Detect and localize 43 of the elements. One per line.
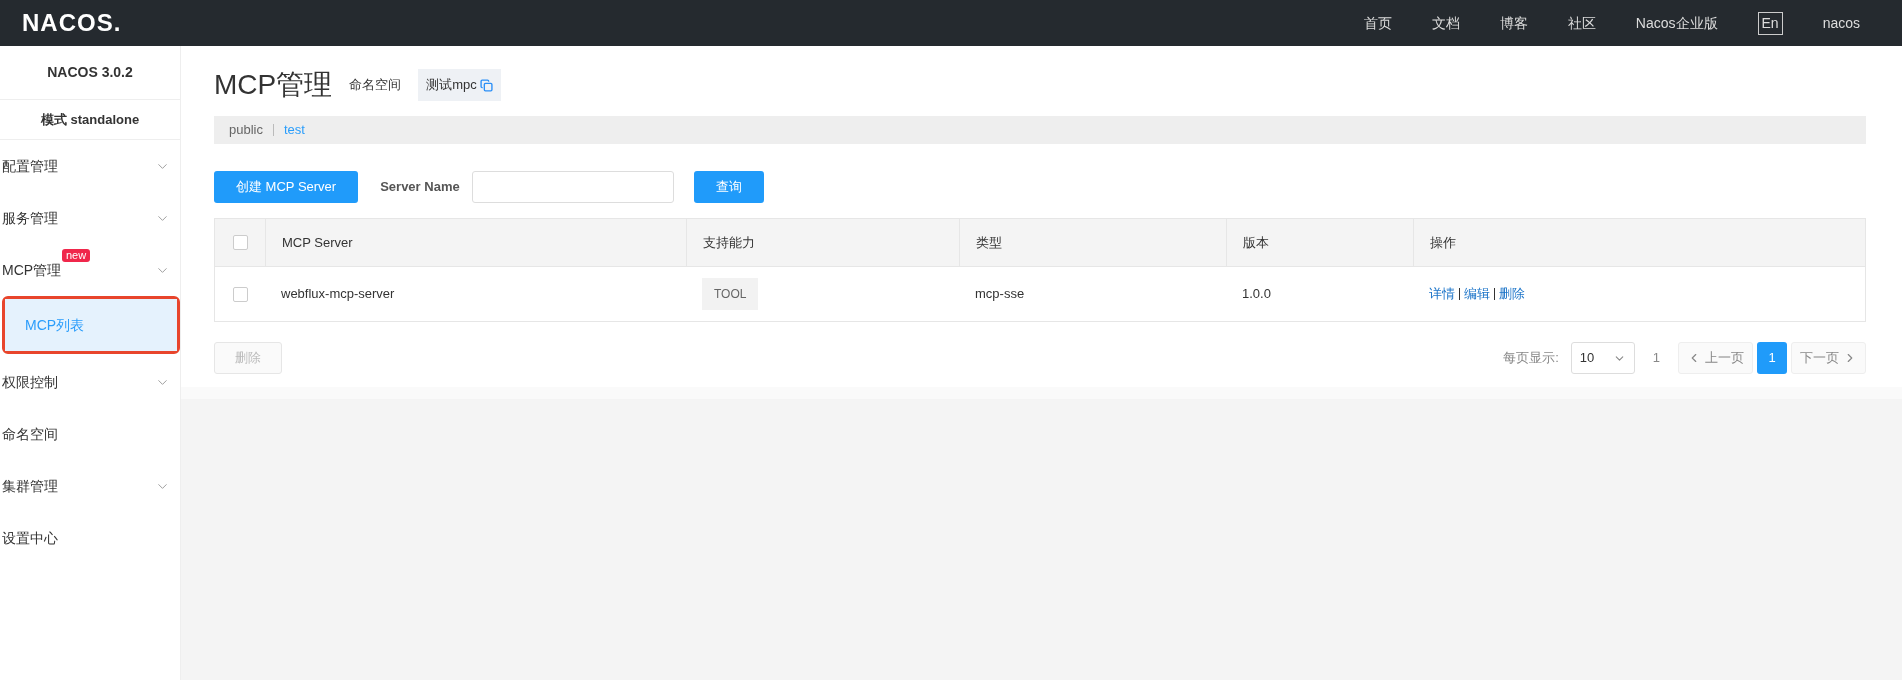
sidebar-title: NACOS 3.0.2 [0, 46, 180, 100]
namespace-option[interactable]: public [229, 120, 263, 140]
page-title: MCP管理 [214, 68, 333, 102]
table-cell: 1.0.0 [1242, 286, 1271, 302]
menu-item[interactable]: MCP管理 [2, 262, 62, 278]
menu-item[interactable]: 服务管理 [2, 210, 58, 226]
total-count: 1 [1652, 349, 1660, 368]
nav-link[interactable]: 文档 [1431, 12, 1460, 34]
page-size-select[interactable]: 10 [1570, 342, 1635, 374]
nav-link[interactable]: 首页 [1363, 12, 1392, 34]
action-link[interactable]: 详情 [1429, 284, 1455, 304]
action-link[interactable]: 删除 [1499, 284, 1525, 304]
column-header: MCP Server [282, 233, 353, 252]
capability-tag: TOOL [702, 278, 759, 310]
action-link[interactable]: 编辑 [1464, 284, 1490, 304]
new-badge: new [62, 249, 91, 262]
previous-page-button[interactable]: 上一页 [1678, 342, 1753, 374]
next-page-button[interactable]: 下一页 [1791, 342, 1866, 374]
column-header: 操作 [1430, 233, 1456, 252]
menu-item[interactable]: 集群管理 [2, 478, 58, 494]
logo[interactable]: NACOS. [22, 5, 122, 41]
language-toggle[interactable]: En [1757, 11, 1783, 35]
select-all-checkbox[interactable] [232, 235, 248, 250]
nav-link[interactable]: nacos [1822, 12, 1860, 34]
table-cell: mcp-sse [975, 286, 1025, 302]
copy-icon[interactable] [479, 78, 493, 92]
menu-item[interactable]: 设置中心 [2, 530, 58, 546]
column-header: 类型 [976, 233, 1002, 252]
nav-link[interactable]: 博客 [1499, 12, 1528, 34]
field-label: Server Name [380, 178, 460, 197]
row-checkbox[interactable] [232, 286, 248, 302]
server-name-input[interactable] [471, 171, 674, 203]
column-header: 支持能力 [703, 233, 755, 252]
namespace-label: 命名空间 [349, 76, 402, 95]
column-header: 版本 [1243, 233, 1269, 252]
table-cell: webflux-mcp-server [281, 286, 395, 302]
nav-link[interactable]: 社区 [1567, 12, 1596, 34]
namespace-name: 测试mpc [426, 76, 477, 95]
nav-link[interactable]: Nacos企业版 [1635, 12, 1718, 34]
menu-item[interactable]: 权限控制 [2, 374, 58, 390]
page-size-label: 每页显示: [1503, 349, 1559, 368]
menu-item[interactable]: 配置管理 [2, 158, 58, 174]
menu-item[interactable]: 命名空间 [2, 426, 58, 442]
